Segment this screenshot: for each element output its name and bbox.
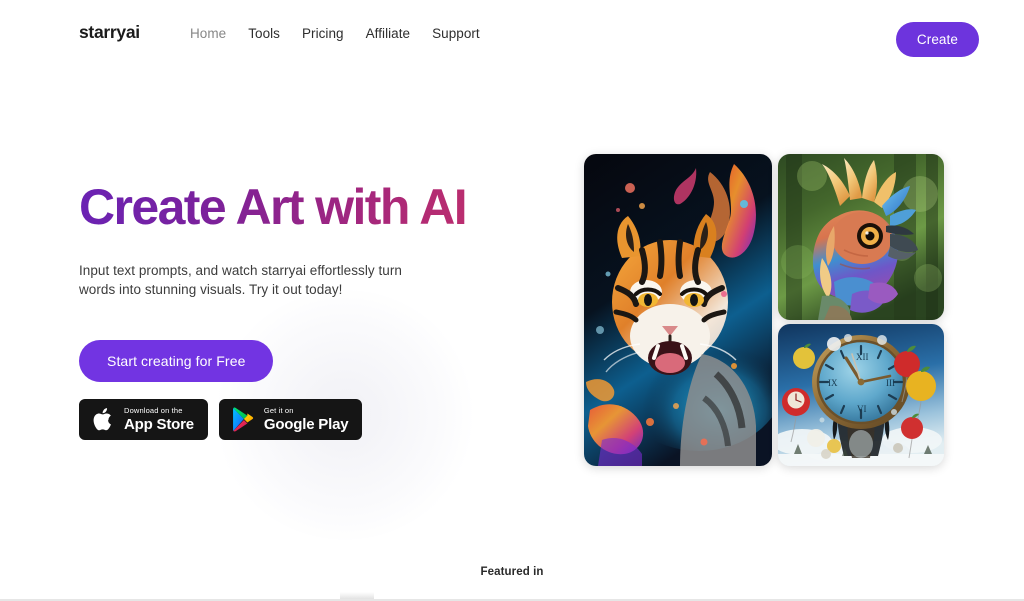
top-navigation-bar: starryai Home Tools Pricing Affiliate Su…: [0, 0, 1024, 70]
gallery-image-bird[interactable]: [778, 154, 944, 320]
app-store-badge-small-label: Download on the: [124, 406, 183, 415]
app-store-badge-text: Download on the App Store: [124, 406, 194, 433]
nav-link-support[interactable]: Support: [432, 25, 480, 43]
app-store-badges: Download on the App Store Get it on Goog…: [79, 399, 509, 440]
start-creating-button[interactable]: Start creating for Free: [79, 340, 274, 382]
brand-logo[interactable]: starryai: [79, 23, 140, 42]
svg-text:IX: IX: [828, 378, 838, 388]
nav-link-pricing[interactable]: Pricing: [302, 25, 344, 43]
create-button[interactable]: Create: [895, 22, 979, 57]
hero-image-gallery: XII III VI IX: [584, 154, 944, 466]
nav-links: Home Tools Pricing Affiliate Support: [190, 25, 480, 43]
hero-content: Create Art with AI Input text prompts, a…: [79, 178, 509, 440]
hero-subheading: Input text prompts, and watch starryai e…: [79, 263, 402, 297]
apple-logo-icon: [92, 407, 115, 432]
app-store-badge[interactable]: Download on the App Store: [79, 399, 208, 440]
nav-link-home[interactable]: Home: [190, 25, 226, 43]
gallery-image-clock[interactable]: XII III VI IX: [778, 324, 944, 466]
google-play-badge[interactable]: Get it on Google Play: [218, 399, 363, 440]
svg-text:III: III: [886, 378, 895, 388]
google-play-badge-big-label: Google Play: [263, 416, 349, 433]
google-play-badge-small-label: Get it on: [263, 406, 294, 415]
google-play-icon: [232, 407, 255, 432]
nav-link-tools[interactable]: Tools: [248, 25, 280, 43]
gallery-image-tiger[interactable]: [584, 154, 772, 466]
featured-in-label: Featured in: [480, 566, 544, 578]
starryai-landing-page: starryai Home Tools Pricing Affiliate Su…: [0, 0, 1024, 601]
svg-text:XII: XII: [856, 352, 869, 362]
svg-text:VI: VI: [857, 404, 867, 414]
google-play-badge-text: Get it on Google Play: [264, 406, 349, 433]
nav-link-affiliate[interactable]: Affiliate: [366, 25, 410, 43]
hero-headline: Create Art with AI: [79, 178, 509, 236]
app-store-badge-big-label: App Store: [124, 416, 194, 433]
